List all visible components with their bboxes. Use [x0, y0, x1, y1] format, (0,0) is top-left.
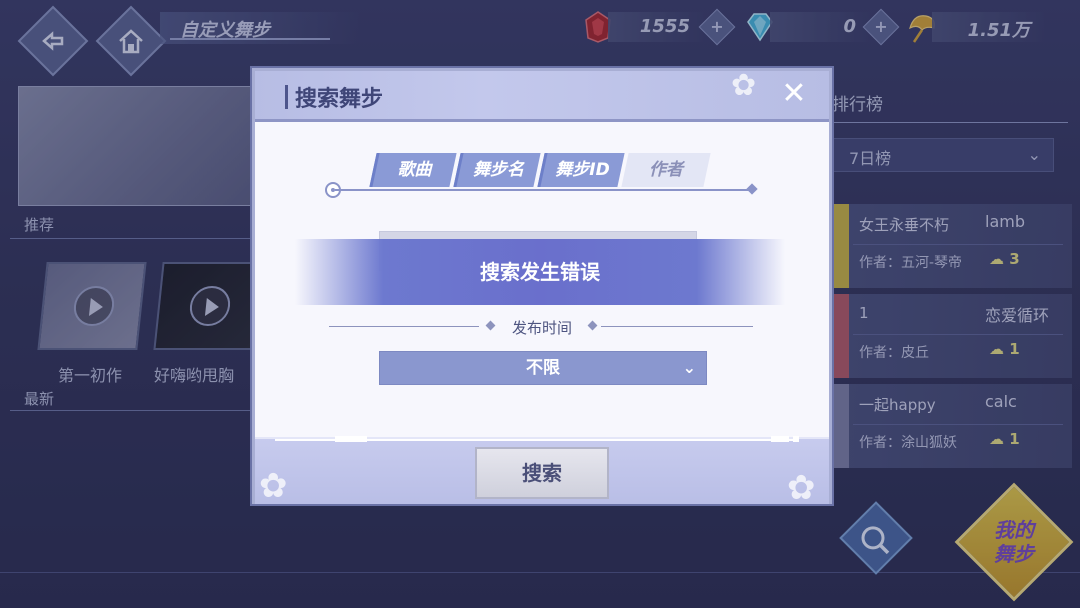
dialog-title: 搜索舞步: [295, 87, 384, 112]
tab-song[interactable]: 歌曲: [369, 153, 457, 187]
search-dance-dialog: 搜索舞步 ✿ ✕ 歌曲 舞步名 舞步ID 作者 此为关键词 搜索发生错误 发布时…: [252, 68, 832, 508]
chevron-down-icon: ⌄: [682, 358, 696, 377]
search-button[interactable]: 搜索: [475, 447, 609, 499]
flower-icon: ✿: [731, 68, 757, 103]
flower-icon: ✿: [787, 468, 816, 508]
tab-author[interactable]: 作者: [621, 153, 711, 187]
footer-mark: [771, 436, 789, 442]
tab-dance-id[interactable]: 舞步ID: [537, 153, 625, 187]
footer-mark: [335, 436, 367, 442]
release-time-value: 不限: [526, 358, 560, 378]
tab-line-end: [746, 183, 758, 195]
error-toast: 搜索发生错误: [295, 239, 785, 305]
release-time-label: 发布时间: [511, 319, 572, 337]
title-accent-bar: [285, 85, 288, 109]
close-icon[interactable]: ✕: [779, 79, 809, 109]
time-divider-right: [601, 326, 753, 327]
release-time-select[interactable]: 不限 ⌄: [379, 351, 707, 385]
tab-underline: [335, 189, 753, 191]
flower-icon: ✿: [259, 466, 288, 506]
tab-dance-name[interactable]: 舞步名: [453, 153, 541, 187]
footer-mark: [793, 436, 799, 442]
dialog-footer: ✿ ✿ 搜索: [255, 436, 829, 508]
header-stripe: [255, 119, 829, 122]
dialog-header: 搜索舞步 ✿ ✕: [255, 68, 829, 121]
